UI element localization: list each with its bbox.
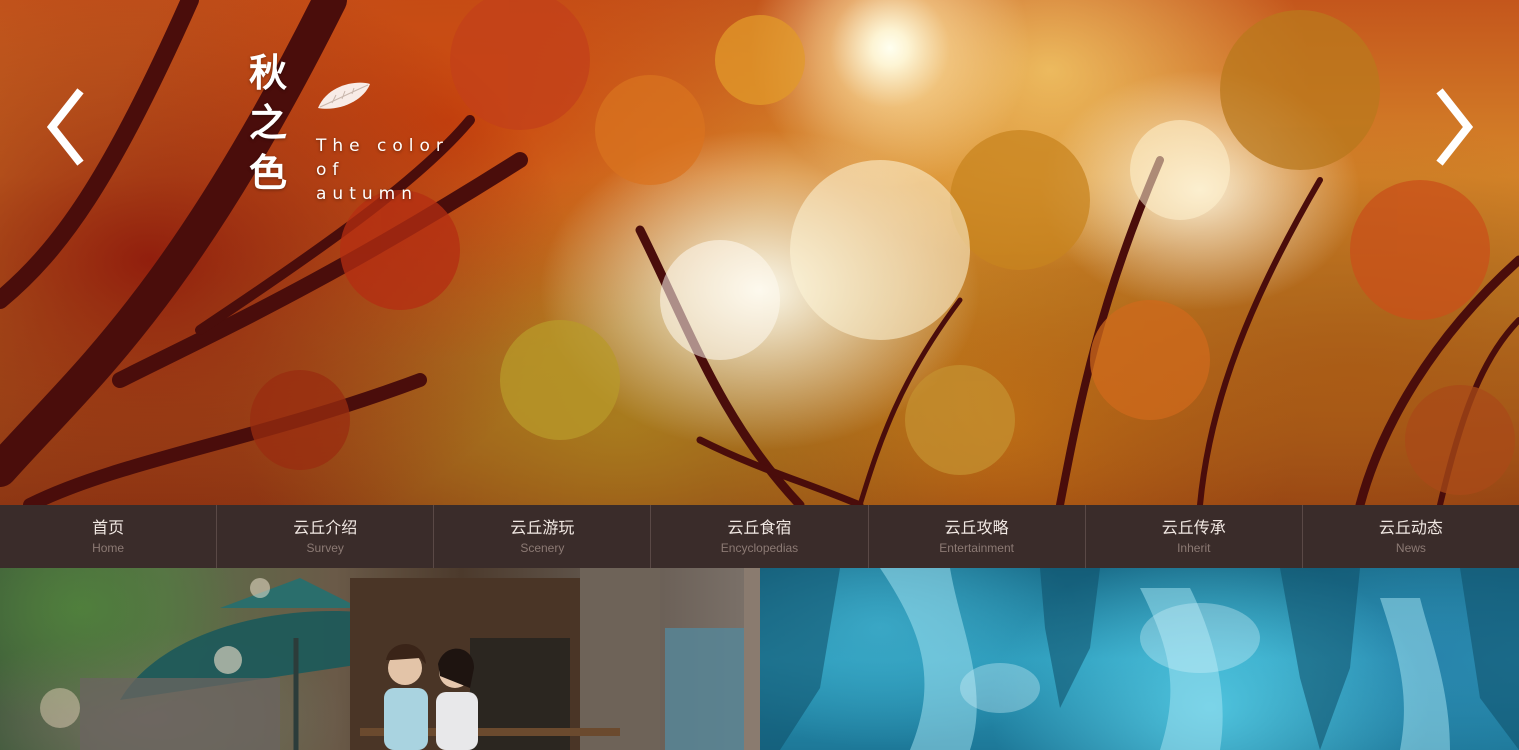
hero-title-en: The color of autumn	[316, 134, 476, 206]
nav-item-sublabel: Inherit	[1177, 541, 1211, 555]
nav-item-label: 首页	[92, 518, 125, 537]
hero-title-cn-char: 之	[248, 101, 287, 145]
nav-item-survey[interactable]: 云丘介绍 Survey	[217, 505, 435, 568]
hero-title-cn-char: 秋	[248, 51, 287, 95]
hero-slider: 秋 之 色 The color of autumn	[0, 0, 1519, 505]
chevron-right-icon	[1436, 88, 1474, 166]
hero-title-cn: 秋 之 色	[246, 48, 290, 198]
page: 秋 之 色 The color of autumn 首页 Home 云丘介绍 S…	[0, 0, 1519, 750]
nav-item-sublabel: Survey	[306, 541, 344, 555]
cave-photo	[760, 568, 1519, 750]
chevron-left-icon	[46, 88, 84, 166]
lodging-photo	[40, 568, 744, 750]
nav-item-entertainment[interactable]: 云丘攻略 Entertainment	[869, 505, 1086, 568]
slider-prev-button[interactable]	[42, 88, 86, 166]
tile-divider	[744, 568, 760, 750]
nav-item-encyclopedias[interactable]: 云丘食宿 Encyclopedias	[651, 505, 869, 568]
slider-next-button[interactable]	[1434, 88, 1478, 166]
nav-item-label: 云丘动态	[1378, 518, 1443, 537]
main-nav: 首页 Home 云丘介绍 Survey 云丘游玩 Scenery 云丘食宿 En…	[0, 505, 1519, 568]
nav-item-sublabel: Home	[92, 541, 125, 555]
nav-item-label: 云丘游玩	[510, 518, 575, 537]
feature-tile-lodging[interactable]	[0, 568, 744, 750]
nav-item-sublabel: Encyclopedias	[720, 541, 799, 555]
nav-item-scenery[interactable]: 云丘游玩 Scenery	[434, 505, 652, 568]
nav-item-sublabel: News	[1395, 541, 1426, 555]
hero-image	[0, 0, 1519, 505]
nav-item-label: 云丘传承	[1161, 518, 1226, 537]
leaf-icon	[318, 82, 370, 109]
hero-title-cn-char: 色	[248, 151, 287, 195]
nav-item-sublabel: Entertainment	[939, 541, 1014, 555]
nav-item-sublabel: Scenery	[520, 541, 565, 555]
nav-item-label: 云丘食宿	[727, 518, 792, 537]
feature-tile-cave[interactable]	[760, 568, 1519, 750]
hero-title: 秋 之 色 The color of autumn	[240, 48, 480, 218]
hero-title-en-line: of	[316, 160, 345, 180]
nav-item-label: 云丘介绍	[293, 518, 358, 537]
hero-title-en-line: autumn	[316, 184, 418, 204]
nav-item-label: 云丘攻略	[944, 518, 1009, 537]
nav-item-home[interactable]: 首页 Home	[0, 505, 218, 568]
nav-item-inherit[interactable]: 云丘传承 Inherit	[1086, 505, 1303, 568]
nav-item-news[interactable]: 云丘动态 News	[1303, 505, 1519, 568]
hero-title-en-line: The color	[316, 136, 449, 156]
